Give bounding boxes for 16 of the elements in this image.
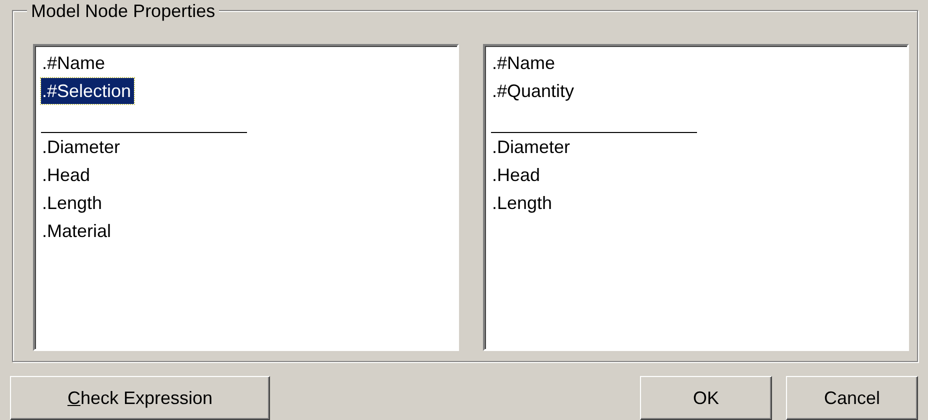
list-item[interactable]: .#Name [41,50,108,76]
list-item[interactable]: .#Quantity [491,78,578,104]
list-item[interactable]: .Diameter [41,134,124,160]
check-expression-button[interactable]: Check Expression [10,376,270,420]
ok-button[interactable]: OK [640,376,772,420]
list-item[interactable]: .#Selection [41,78,134,104]
list-item[interactable]: .Head [41,162,94,188]
list-box[interactable]: .#Name .#Selection .Diameter .Head .Length .Material [33,44,459,351]
cancel-button[interactable]: Cancel [786,376,918,420]
list-item[interactable]: .Material [41,218,114,244]
list-box[interactable]: .#Name .#Quantity .Diameter .Head .Length [483,44,909,351]
list-item[interactable]: .Diameter [491,134,574,160]
list-item[interactable]: .Head [491,162,544,188]
list-item[interactable]: .Length [491,190,556,216]
list-item[interactable]: .#Name [491,50,558,76]
list-item[interactable]: .Length [41,190,106,216]
